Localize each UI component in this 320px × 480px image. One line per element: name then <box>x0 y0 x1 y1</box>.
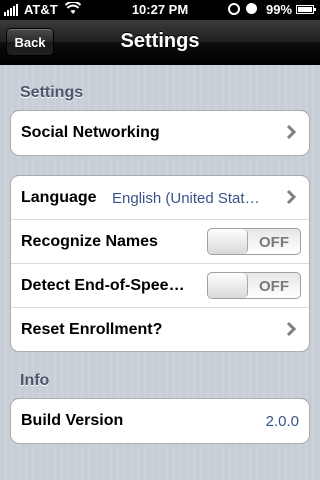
switch-state-label: OFF <box>259 278 289 295</box>
section-header-settings: Settings <box>20 84 84 101</box>
switch-state-label: OFF <box>259 234 289 251</box>
reset-enrollment-row[interactable]: Reset Enrollment? <box>11 308 309 351</box>
chevron-right-icon <box>286 189 297 205</box>
build-version-row: Build Version 2.0.0 <box>11 399 309 443</box>
build-version-label: Build Version <box>21 412 124 429</box>
detect-end-of-speech-row: Detect End-of-Spee… OFF <box>11 264 309 308</box>
detect-end-of-speech-label: Detect End-of-Spee… <box>21 277 185 294</box>
recognize-names-label: Recognize Names <box>21 233 158 250</box>
recognize-names-row: Recognize Names OFF <box>11 220 309 264</box>
detect-end-of-speech-switch[interactable]: OFF <box>207 272 301 299</box>
switch-knob <box>208 229 248 254</box>
settings-group: Social Networking <box>10 110 310 156</box>
navigation-bar: Back Settings <box>0 20 320 65</box>
chevron-right-icon <box>286 321 297 337</box>
battery-icon <box>296 5 316 14</box>
chevron-right-icon <box>286 124 297 140</box>
language-label: Language <box>21 189 97 206</box>
build-version-value: 2.0.0 <box>265 413 299 430</box>
page-title: Settings <box>120 30 200 52</box>
social-networking-row[interactable]: Social Networking <box>11 111 309 155</box>
info-group: Build Version 2.0.0 <box>10 398 310 444</box>
recognize-names-switch[interactable]: OFF <box>207 228 301 255</box>
switch-knob <box>208 273 248 298</box>
language-value: English (United Stat… <box>112 190 260 207</box>
language-row[interactable]: Language English (United Stat… <box>11 176 309 220</box>
battery-percentage: 99% <box>266 2 293 17</box>
social-networking-label: Social Networking <box>21 124 160 141</box>
status-bar: AT&T 10:27 PM 99% <box>0 0 320 20</box>
orientation-lock-icon <box>228 3 240 15</box>
speech-settings-group: Language English (United Stat… Recognize… <box>10 175 310 352</box>
alarm-icon <box>246 3 257 14</box>
section-header-info: Info <box>20 372 50 389</box>
reset-enrollment-label: Reset Enrollment? <box>21 321 163 338</box>
